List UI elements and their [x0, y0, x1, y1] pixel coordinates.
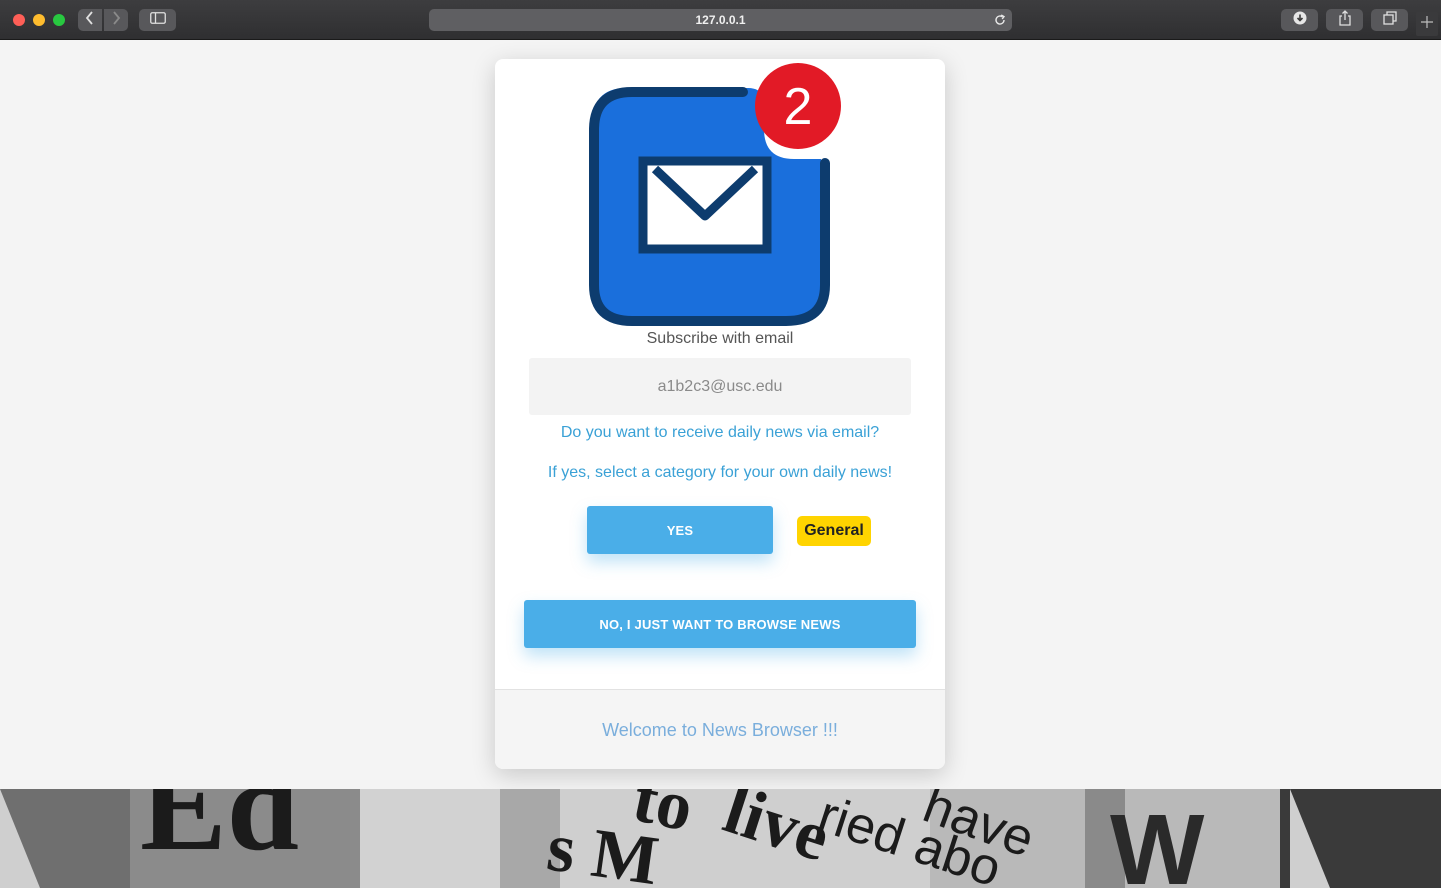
chevron-left-icon — [85, 10, 95, 30]
modal-footer: Welcome to News Browser !!! — [495, 689, 945, 769]
notification-badge: 2 — [755, 63, 841, 149]
newspaper-image: Ed to live s M ried abo have W — [0, 789, 1441, 888]
category-badge[interactable]: General — [797, 516, 871, 546]
mail-app-icon: 2 — [589, 63, 841, 326]
download-icon — [1293, 11, 1307, 30]
tabs-overview-button[interactable] — [1371, 9, 1408, 31]
subscribe-modal: 2 Subscribe with email Do you want to re… — [495, 59, 945, 769]
share-icon — [1338, 9, 1352, 31]
plus-icon — [1421, 15, 1433, 33]
minimize-window-button[interactable] — [33, 14, 45, 26]
headline-word: s M — [543, 809, 663, 888]
reload-icon[interactable] — [994, 9, 1006, 32]
sidebar-icon — [149, 11, 166, 29]
tabs-icon — [1382, 10, 1397, 30]
welcome-message: Welcome to News Browser !!! — [602, 719, 838, 740]
email-field[interactable] — [529, 358, 911, 415]
url-text: 127.0.0.1 — [695, 13, 746, 27]
badge-count: 2 — [784, 78, 813, 136]
newspaper-banner: Ed to live s M ried abo have W — [0, 789, 1441, 888]
downloads-button[interactable] — [1281, 9, 1318, 31]
maximize-window-button[interactable] — [53, 14, 65, 26]
yes-button[interactable]: YES — [587, 506, 773, 554]
browse-news-button[interactable]: NO, I JUST WANT TO BROWSE NEWS — [524, 600, 916, 648]
subscribe-heading: Subscribe with email — [646, 330, 794, 347]
category-instruction: If yes, select a category for your own d… — [547, 464, 893, 481]
headline-word: W — [1110, 794, 1205, 888]
forward-button[interactable] — [104, 9, 128, 31]
headline-word: Ed — [140, 789, 299, 878]
new-tab-button[interactable] — [1416, 12, 1438, 36]
address-bar[interactable]: 127.0.0.1 — [429, 9, 1012, 31]
chevron-right-icon — [111, 10, 121, 30]
close-window-button[interactable] — [13, 14, 25, 26]
sidebar-toggle-button[interactable] — [139, 9, 176, 31]
back-button[interactable] — [78, 9, 102, 31]
daily-news-question: Do you want to receive daily news via em… — [560, 424, 880, 441]
browser-toolbar: 127.0.0.1 — [0, 0, 1441, 40]
share-button[interactable] — [1326, 9, 1363, 31]
